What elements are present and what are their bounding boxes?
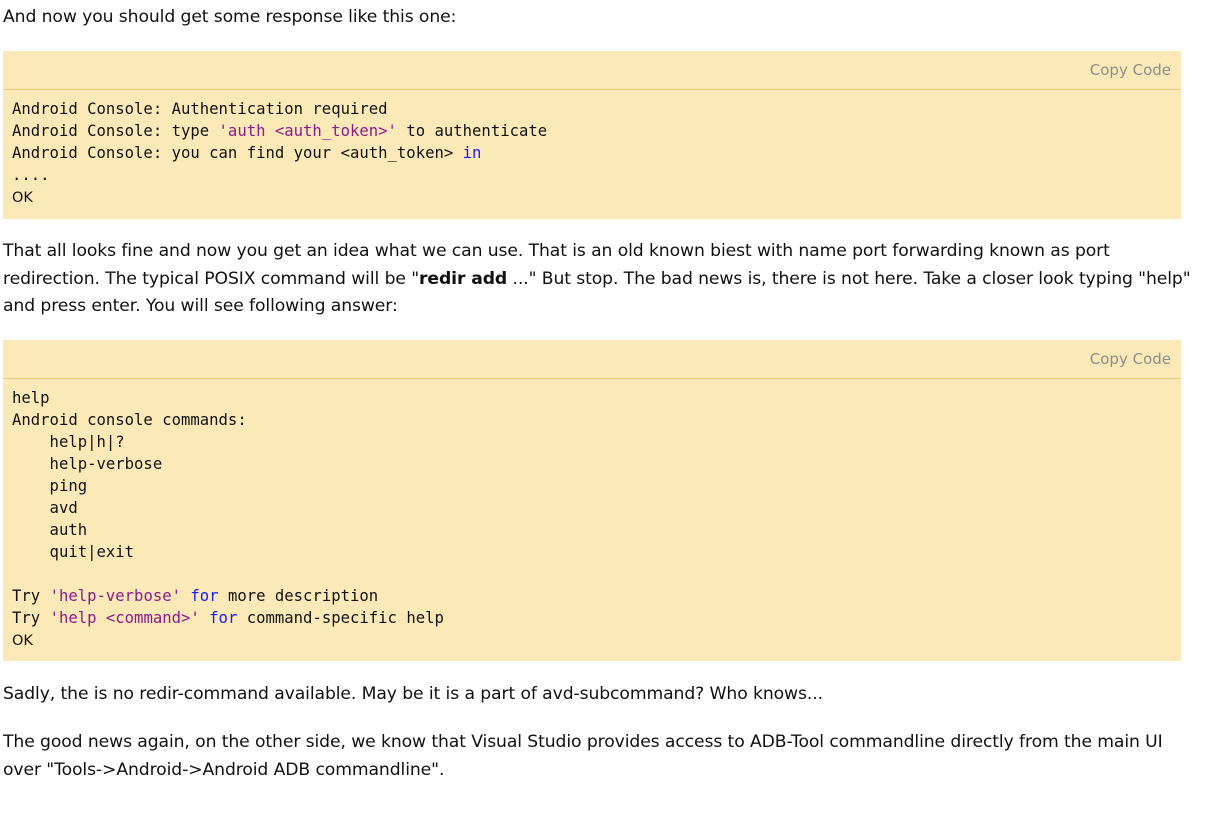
intro-paragraph: And now you should get some response lik…	[3, 7, 457, 27]
copy-code-button[interactable]: Copy Code	[1090, 350, 1171, 368]
code-line: ....	[12, 164, 1172, 186]
code-text: OK	[12, 190, 33, 206]
code-block-help: Copy Code help Android console commands: …	[3, 340, 1181, 661]
code-line: avd	[12, 497, 1172, 519]
code-text: ....	[12, 166, 50, 184]
code-line: Android console commands:	[12, 409, 1172, 431]
code-line: help-verbose	[12, 453, 1172, 475]
code-text: auth	[12, 521, 88, 539]
code-content: help Android console commands: help|h|? h…	[3, 379, 1181, 651]
code-line: Try 'help-verbose' for more description	[12, 585, 1172, 607]
inline-command: redir add	[419, 268, 508, 289]
code-line: Android Console: Authentication required	[12, 98, 1172, 120]
code-text: Android console commands:	[12, 411, 247, 429]
code-text: help	[12, 389, 50, 407]
code-line: help|h|?	[12, 431, 1172, 453]
code-block-toolbar: Copy Code	[3, 340, 1181, 379]
code-keyword: for	[190, 587, 219, 605]
code-line: OK	[12, 186, 1172, 208]
sadly-paragraph: Sadly, the is no redir-command available…	[3, 684, 823, 704]
code-text: ping	[12, 477, 88, 495]
code-string: 'help <command>'	[49, 609, 200, 627]
good-news-paragraph: The good news again, on the other side, …	[3, 732, 1163, 780]
code-text: Android Console: you can find your <auth…	[12, 144, 463, 162]
code-line: quit|exit	[12, 541, 1172, 563]
code-text: OK	[12, 633, 33, 649]
code-text: quit|exit	[12, 543, 135, 561]
code-text: help|h|?	[12, 433, 125, 451]
code-content: Android Console: Authentication required…	[3, 90, 1181, 208]
code-line: Android Console: you can find your <auth…	[12, 142, 1172, 164]
code-text: Try	[12, 609, 50, 627]
code-text: more description	[218, 587, 379, 605]
code-line: Try 'help <command>' for command-specifi…	[12, 607, 1172, 629]
code-string: 'auth <auth_token>'	[218, 122, 397, 140]
code-line: auth	[12, 519, 1172, 541]
code-string: 'help-verbose'	[49, 587, 181, 605]
code-text: avd	[12, 499, 78, 517]
code-text: Try	[12, 587, 50, 605]
code-keyword: for	[209, 609, 238, 627]
copy-code-button[interactable]: Copy Code	[1090, 61, 1171, 79]
middle-paragraph: That all looks fine and now you get an i…	[3, 238, 1193, 321]
code-line: help	[12, 387, 1172, 409]
code-block-toolbar: Copy Code	[3, 51, 1181, 90]
code-text: Android Console: type	[12, 122, 219, 140]
code-text: help-verbose	[12, 455, 163, 473]
code-text: command-specific help	[237, 609, 444, 627]
code-block-auth: Copy Code Android Console: Authenticatio…	[3, 51, 1181, 219]
code-keyword: in	[462, 144, 482, 162]
code-text: to authenticate	[396, 122, 548, 140]
code-line: OK	[12, 629, 1172, 651]
code-line: Android Console: type 'auth <auth_token>…	[12, 120, 1172, 142]
code-text: Android Console: Authentication required	[12, 100, 388, 118]
code-line: ping	[12, 475, 1172, 497]
article-page: And now you should get some response lik…	[0, 0, 1205, 818]
